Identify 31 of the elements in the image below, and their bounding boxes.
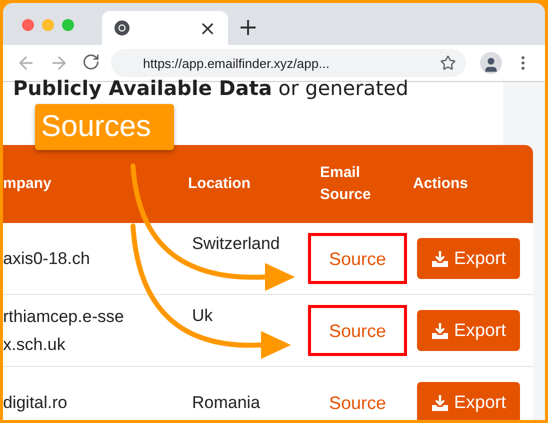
company-domain: axis0-18.ch	[3, 248, 90, 270]
maximize-window-button[interactable]	[62, 19, 74, 31]
source-link[interactable]: Source	[308, 377, 407, 420]
column-header: Location	[188, 174, 250, 194]
column-header: Actions	[413, 174, 468, 194]
profile-avatar-icon[interactable]	[480, 52, 502, 74]
new-tab-button[interactable]: +	[236, 15, 260, 39]
callout-label: Sources	[35, 104, 174, 150]
address-bar[interactable]: https://app.emailfinder.xyz/app...	[111, 49, 466, 77]
location-text: Romania	[192, 392, 260, 414]
column-header: mpany	[3, 174, 52, 194]
page-heading: Publicly Available Data or generated	[13, 76, 410, 100]
location-text: Uk	[192, 304, 213, 326]
bookmark-star-icon[interactable]	[440, 55, 456, 71]
location-text: Switzerland	[192, 232, 280, 254]
export-button[interactable]: Export	[417, 310, 520, 351]
export-button[interactable]: Export	[417, 238, 520, 279]
close-window-button[interactable]	[22, 19, 34, 31]
close-tab-button[interactable]: ×	[197, 18, 218, 38]
browser-tab[interactable]: ×	[102, 11, 228, 45]
column-header: Email Source	[320, 163, 372, 205]
source-link[interactable]: Source	[308, 305, 407, 356]
download-icon	[431, 322, 449, 340]
minimize-window-button[interactable]	[42, 19, 54, 31]
browser-logo-icon	[114, 20, 130, 36]
export-button[interactable]: Export	[417, 382, 520, 420]
download-icon	[431, 394, 449, 412]
download-icon	[431, 250, 449, 268]
source-link[interactable]: Source	[308, 233, 407, 284]
company-domain: rthiamcep.e-ssex.sch.uk	[3, 306, 125, 356]
company-domain: digital.ro	[3, 392, 68, 414]
